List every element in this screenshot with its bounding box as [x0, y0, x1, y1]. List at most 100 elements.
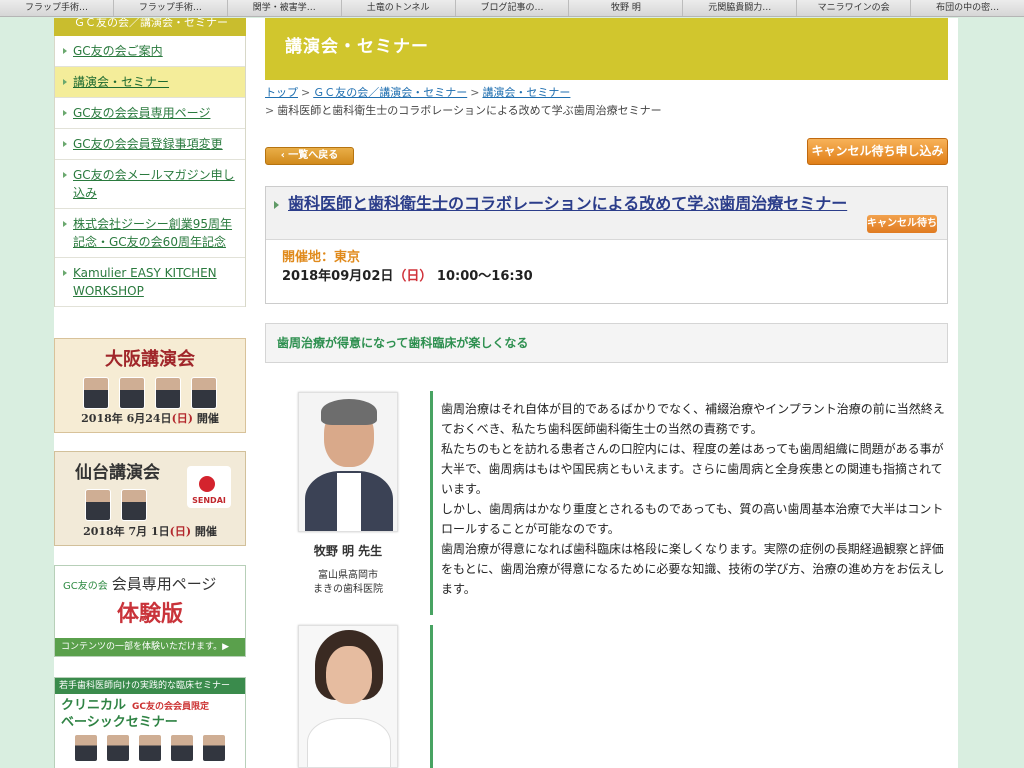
speaker-profile-2	[298, 625, 398, 768]
photo-hair	[321, 399, 377, 425]
photo-shirt	[337, 473, 361, 531]
sidebar-heading: ＧＣ友の会／講演会・セミナー	[54, 18, 246, 36]
member-trial-banner[interactable]: GC友の会 会員専用ページ 体験版 コンテンツの一部を体験いただけます。▶	[54, 565, 246, 657]
speaker-thumbnail	[170, 734, 194, 762]
speaker-photo-2	[298, 625, 398, 768]
speaker-thumbnail	[119, 377, 145, 409]
speaker-thumbnails	[55, 734, 245, 762]
divider-line	[430, 625, 433, 768]
bookmark-item[interactable]: フラップ手術…	[0, 0, 114, 16]
speaker-thumbnail	[83, 377, 109, 409]
speaker-thumbnail	[121, 489, 147, 521]
bookmark-item[interactable]: フラップ手術…	[114, 0, 228, 16]
event-tagline: 歯周治療が得意になって歯科臨床が楽しくなる	[265, 323, 948, 363]
sendai-banner-date: 2018年 7月 1日(日) 開催	[55, 523, 245, 539]
osaka-lecture-banner[interactable]: 大阪講演会 2018年 6月24日(日) 開催	[54, 338, 246, 433]
sendai-map-icon: SENDAI	[187, 466, 231, 508]
bookmark-item[interactable]: 布団の中の密…	[911, 0, 1024, 16]
sidebar-item-anniversary[interactable]: 株式会社ジーシー創業95周年記念・GC友の会60周年記念	[55, 209, 245, 258]
sidebar-item-member-update[interactable]: GC友の会会員登録事項変更	[55, 129, 245, 160]
status-badge: キャンセル待ち	[867, 215, 937, 233]
divider-line	[430, 391, 433, 615]
event-details: 開催地：東京 2018年09月02日（日） 10:00〜16:30	[266, 240, 947, 286]
sidebar-item-kamulier[interactable]: Kamulier EASY KITCHEN WORKSHOP	[55, 258, 245, 307]
cancel-wait-apply-button[interactable]: キャンセル待ち申し込み	[807, 138, 948, 165]
event-header: 歯科医師と歯科衛生士のコラボレーションによる改めて学ぶ歯周治療セミナー キャンセ…	[266, 187, 947, 240]
main-content: 講演会・セミナー トップ > ＧＣ友の会／講演会・セミナー > 講演会・セミナー > 歯科…	[265, 18, 948, 768]
sendai-lecture-banner[interactable]: 仙台講演会 SENDAI 2018年 7月 1日(日) 開催	[54, 451, 246, 546]
date-dow: (日)	[171, 412, 193, 425]
event-venue: 開催地：東京	[282, 250, 361, 265]
event-date: 2018年09月02日	[282, 269, 394, 284]
breadcrumb-top[interactable]: トップ	[265, 86, 298, 99]
event-time: 10:00〜16:30	[436, 269, 533, 284]
clinical-line2: ベーシックセミナー	[61, 715, 178, 730]
gc-logo: GC友の会 会員専用ページ	[55, 566, 245, 594]
description-paragraph: 歯周治療はそれ自体が目的であるばかりでなく、補綴治療やインプラント治療の前に当然…	[441, 402, 945, 436]
speaker-name: 牧野 明 先生	[313, 544, 383, 558]
speaker-profile: 牧野 明 先生 富山県高岡市 まきの歯科医院	[298, 392, 398, 597]
event-dow: （日）	[393, 269, 433, 284]
breadcrumb-separator: >	[301, 86, 311, 99]
speaker-thumbnail	[85, 489, 111, 521]
event-title[interactable]: 歯科医師と歯科衛生士のコラボレーションによる改めて学ぶ歯周治療セミナー	[288, 194, 857, 214]
sidebar-item-newsletter[interactable]: GC友の会メールマガジン申し込み	[55, 160, 245, 209]
back-to-list-button[interactable]: ‹ 一覧へ戻る	[265, 147, 354, 165]
speaker-thumbnail	[191, 377, 217, 409]
trial-label: 体験版	[116, 602, 183, 627]
clinical-line1: クリニカル	[61, 698, 127, 713]
photo-body	[307, 718, 391, 767]
sidebar-nav: GC友の会ご案内 講演会・セミナー GC友の会会員専用ページ GC友の会会員登録…	[54, 36, 246, 307]
event-card: 歯科医師と歯科衛生士のコラボレーションによる改めて学ぶ歯周治療セミナー キャンセ…	[265, 186, 948, 304]
speaker-location: 富山県高岡市	[318, 570, 378, 581]
sidebar-item-guide[interactable]: GC友の会ご案内	[55, 36, 245, 67]
bookmark-item[interactable]: ブログ記事の…	[456, 0, 570, 16]
speaker-thumbnail	[106, 734, 130, 762]
speaker-thumbnails	[55, 377, 245, 409]
date-text: 2018年 7月 1日	[83, 525, 170, 538]
event-datetime: 2018年09月02日（日） 10:00〜16:30	[282, 267, 947, 286]
speaker-thumbnail	[155, 377, 181, 409]
bookmarks-bar: フラップ手術… フラップ手術… 関学・被害学… 土竜のトンネル ブログ記事の… …	[0, 0, 1024, 17]
bookmark-item[interactable]: 関学・被害学…	[228, 0, 342, 16]
sidebar: ＧＣ友の会／講演会・セミナー GC友の会ご案内 講演会・セミナー GC友の会会員…	[54, 18, 246, 768]
logo-text: GC友の会	[63, 581, 108, 592]
breadcrumb-gc-seminars[interactable]: ＧＣ友の会／講演会・セミナー	[313, 86, 467, 99]
speaker-thumbnail	[74, 734, 98, 762]
bookmark-item[interactable]: 牧野 明	[569, 0, 684, 16]
date-text: 2018年 6月24日	[81, 412, 172, 425]
sidebar-item-member-page[interactable]: GC友の会会員専用ページ	[55, 98, 245, 129]
event-description: 歯周治療はそれ自体が目的であるばかりでなく、補綴治療やインプラント治療の前に当然…	[441, 399, 948, 599]
photo-head	[326, 646, 372, 704]
breadcrumb-current: 歯科医師と歯科衛生士のコラボレーションによる改めて学ぶ歯周治療セミナー	[277, 104, 662, 117]
date-suffix: 開催	[191, 525, 217, 538]
speaker-clinic: まきの歯科医院	[313, 584, 383, 595]
clinical-seminar-banner[interactable]: 若手歯科医師向けの実践的な臨床セミナー クリニカル GC友の会会員限定 ベーシック…	[54, 677, 246, 768]
breadcrumb: トップ > ＧＣ友の会／講演会・セミナー > 講演会・セミナー > 歯科医師と歯科衛生士の…	[265, 84, 948, 120]
member-page-title: 会員専用ページ	[111, 575, 217, 593]
bookmark-item[interactable]: マニラワインの会	[797, 0, 912, 16]
trial-footer: コンテンツの一部を体験いただけます。▶	[55, 638, 245, 656]
breadcrumb-separator: >	[265, 104, 275, 117]
description-paragraph: しかし、歯周病はかなり重度とされるものであっても、質の高い歯周基本治療で大半はコ…	[441, 502, 944, 536]
clinical-banner-top: 若手歯科医師向けの実践的な臨床セミナー	[55, 678, 245, 694]
osaka-banner-date: 2018年 6月24日(日) 開催	[55, 410, 245, 426]
speaker-thumbnail	[202, 734, 226, 762]
description-paragraph: 歯周治療が得意になれば歯科臨床は格段に楽しくなります。実際の症例の長期経過観察と…	[441, 542, 945, 596]
speaker-thumbnail	[138, 734, 162, 762]
speaker-affiliation: 富山県高岡市 まきの歯科医院	[298, 569, 398, 597]
page: ＧＣ友の会／講演会・セミナー GC友の会ご案内 講演会・セミナー GC友の会会員…	[54, 18, 958, 768]
date-dow: (日)	[169, 525, 192, 538]
breadcrumb-seminars[interactable]: 講演会・セミナー	[482, 86, 570, 99]
breadcrumb-separator: >	[470, 86, 480, 99]
speaker-photo	[298, 392, 398, 532]
osaka-banner-title: 大阪講演会	[105, 349, 195, 370]
bookmark-item[interactable]: 土竜のトンネル	[342, 0, 456, 16]
members-limited-label: GC友の会会員限定	[132, 702, 210, 712]
bookmark-item[interactable]: 元関脇貴闘力…	[683, 0, 798, 16]
description-paragraph: 私たちのもとを訪れる患者さんの口腔内には、程度の差はあっても歯周組織に問題がある…	[441, 442, 944, 496]
date-suffix: 開催	[192, 412, 219, 425]
sidebar-item-seminars[interactable]: 講演会・セミナー	[55, 67, 245, 98]
clinical-banner-title: クリニカル GC友の会会員限定 ベーシックセミナー	[55, 694, 245, 730]
page-title: 講演会・セミナー	[265, 18, 948, 80]
